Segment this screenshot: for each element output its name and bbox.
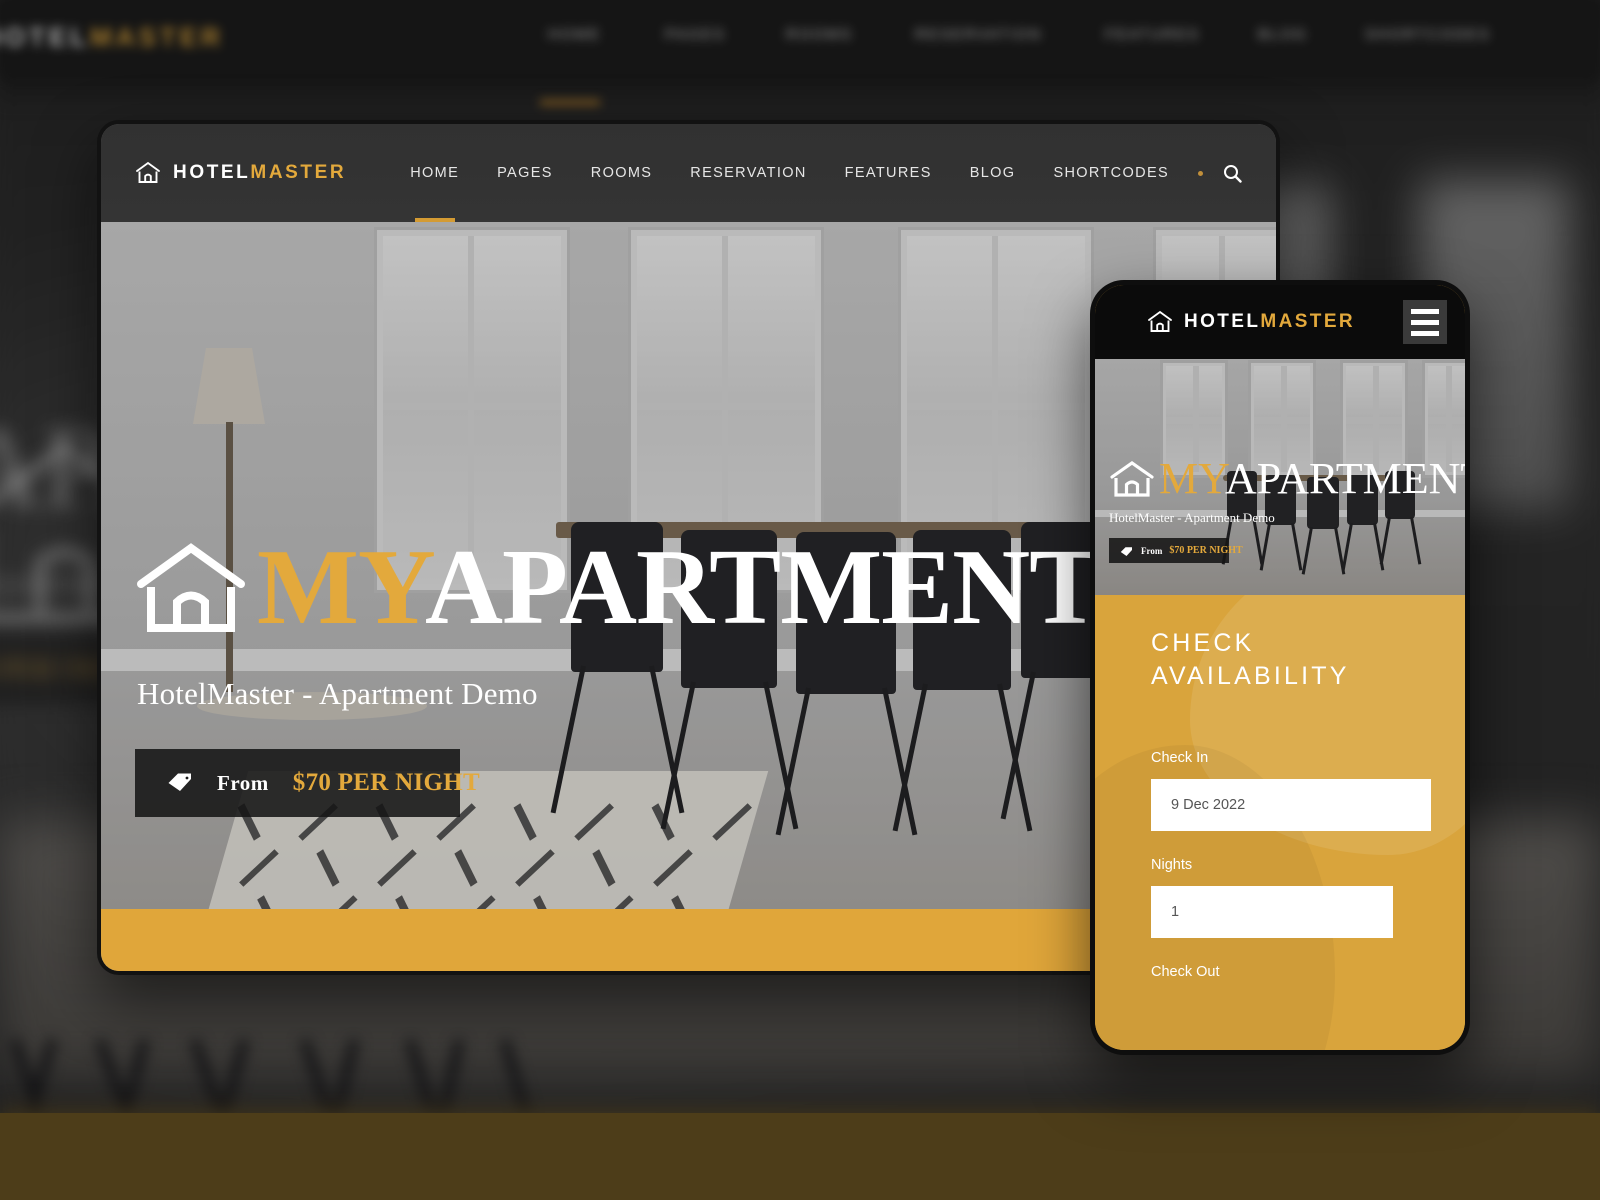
desktop-logo[interactable]: HOTELMASTER — [135, 161, 346, 185]
phone-hero-subtitle: HotelMaster - Apartment Demo — [1109, 510, 1275, 525]
hero-subtitle: HotelMaster - Apartment Demo — [137, 676, 538, 711]
hero-title-white: APARTMENT — [425, 528, 1101, 647]
nav-item-rooms[interactable]: ROOMS — [572, 124, 672, 222]
nav-item-features[interactable]: FEATURES — [826, 124, 951, 222]
form-heading: CHECK AVAILABILITY — [1151, 629, 1350, 690]
checkin-input[interactable]: 9 Dec 2022 — [1151, 779, 1431, 831]
phone-title-white: APARTMENT — [1225, 454, 1465, 503]
bullet-dot-icon — [1198, 170, 1203, 176]
check-availability-form: CHECK AVAILABILITY Check In 9 Dec 2022 N… — [1095, 595, 1465, 1050]
desktop-hero-content: MYAPARTMENT HotelMaster - Apartment Demo… — [135, 534, 1101, 817]
nav-item-blog[interactable]: BLOG — [951, 124, 1035, 222]
phone-device-mockup: HOTELMASTER MYAPARTMENT HotelMaster - Ap… — [1090, 280, 1470, 1055]
nav-item-home[interactable]: HOME — [391, 124, 478, 222]
phone-price-badge: From $70 PER NIGHT — [1109, 538, 1243, 563]
phone-logo-master: MASTER — [1260, 311, 1356, 332]
page-title: MYAPARTMENT — [257, 534, 1101, 642]
hamburger-menu-icon[interactable] — [1403, 300, 1447, 344]
price-amount: $70 PER NIGHT — [292, 769, 481, 796]
desktop-logo-master: MASTER — [250, 162, 347, 183]
search-icon[interactable] — [1223, 164, 1242, 183]
phone-logo-hotel: HOTEL — [1184, 311, 1261, 332]
phone-hero-section: MYAPARTMENT HotelMaster - Apartment Demo… — [1095, 359, 1465, 595]
checkin-label: Check In — [1151, 750, 1209, 766]
phone-price-amount: $70 PER NIGHT — [1169, 545, 1243, 556]
nights-label: Nights — [1151, 857, 1193, 873]
desktop-site-header: HOTELMASTER HOME PAGES ROOMS RESERVATION FEA… — [101, 124, 1276, 222]
price-from-label: From — [217, 770, 269, 795]
phone-hero-content: MYAPARTMENT HotelMaster - Apartment Demo… — [1109, 457, 1465, 563]
nav-item-shortcodes[interactable]: SHORTCODES — [1034, 124, 1188, 222]
price-badge: From $70 PER NIGHT — [135, 749, 480, 817]
desktop-logo-hotel: HOTEL — [173, 162, 251, 183]
house-icon — [1147, 310, 1173, 334]
phone-logo[interactable]: HOTELMASTER — [1147, 310, 1355, 334]
price-tag-icon — [1120, 545, 1133, 557]
desktop-logo-text: HOTELMASTER — [173, 162, 346, 184]
phone-page-title: MYAPARTMENT — [1159, 457, 1465, 501]
phone-site-header: HOTELMASTER — [1095, 285, 1465, 359]
house-icon — [135, 161, 161, 185]
house-outline-icon — [1109, 459, 1155, 499]
checkout-label: Check Out — [1151, 964, 1220, 980]
price-tag-icon — [167, 771, 193, 795]
hero-title-gold: MY — [257, 528, 426, 647]
phone-price-from-label: From — [1141, 545, 1163, 556]
phone-screen: HOTELMASTER MYAPARTMENT HotelMaster - Ap… — [1095, 285, 1465, 1050]
desktop-main-nav: HOME PAGES ROOMS RESERVATION FEATURES BLOG SHO… — [391, 124, 1276, 222]
nights-input[interactable]: 1 — [1151, 886, 1393, 938]
phone-title-gold: MY — [1159, 454, 1226, 503]
house-outline-icon — [135, 540, 247, 636]
nav-item-pages[interactable]: PAGES — [478, 124, 572, 222]
phone-logo-text: HOTELMASTER — [1184, 311, 1355, 333]
nav-item-reservation[interactable]: RESERVATION — [671, 124, 825, 222]
